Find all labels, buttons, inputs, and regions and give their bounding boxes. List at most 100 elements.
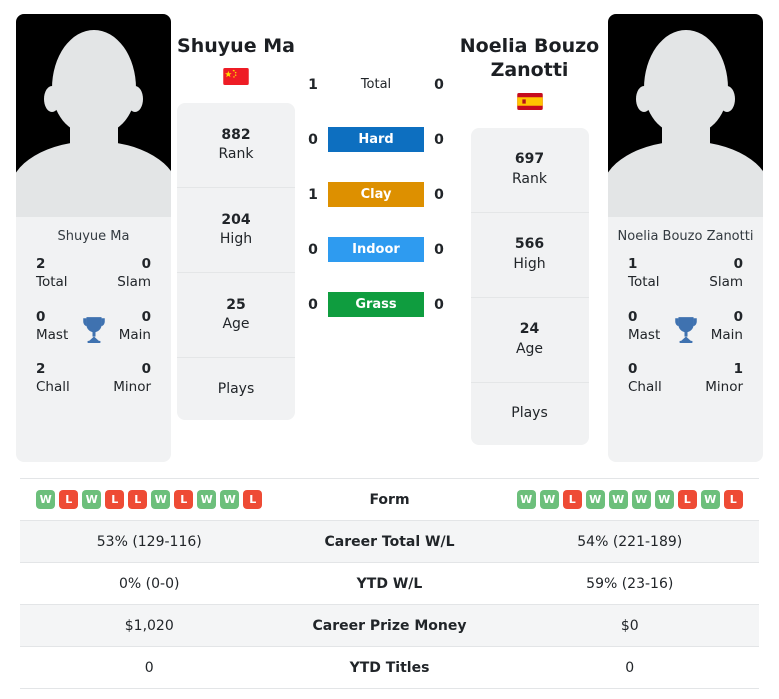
right-titles-total-label: Total [628,274,660,291]
form-badge-win[interactable]: W [631,490,651,509]
stats-label: Career Prize Money [312,617,467,634]
right-titles-minor-label: Minor [705,379,743,396]
right-player-name: Noelia Bouzo Zanotti [459,35,600,82]
form-badge-win[interactable]: W [700,490,720,509]
left-titles-total: 2 Total [24,255,94,291]
cn-flag-icon [223,68,249,86]
stats-right-value: 0 [625,659,635,676]
left-rank-label: Rank [218,146,254,163]
form-badge-loss[interactable]: L [105,490,125,509]
form-badge-loss[interactable]: L [243,490,263,509]
right-plays-cell: Plays [471,383,589,445]
form-badge-win[interactable]: W [654,490,674,509]
form-badge-win[interactable]: W [220,490,240,509]
right-plays-label: Plays [511,404,548,421]
left-plays-label: Plays [217,380,255,397]
form-badge-loss[interactable]: L [128,490,148,509]
h2h-row-indoor: 0 Indoor 0 [301,237,451,262]
right-player-photo-card[interactable]: Noelia Bouzo Zanotti 1 Total 0 Slam 0 Ma… [608,14,763,462]
form-badge-win[interactable]: W [608,490,628,509]
left-player-photo-caption: Shuyue Ma [57,229,130,244]
left-age-label: Age [222,316,250,333]
right-age-cell: 24 Age [470,298,589,383]
comparison-stats-table: W L W L L W L W W L Form W W L W W W W L W L 53% (129-116) Car… [20,478,759,689]
right-player-photo-caption: Noelia Bouzo Zanotti [617,229,754,244]
head-to-head-column: 1 Total 0 0 Hard 0 1 Clay 0 0 Indoor 0 0 Grass 0 [301,14,451,317]
left-player-rank-card: 882 Rank 204 High 25 Age Plays [177,103,295,421]
stats-row: 0% (0-0) YTD W/L 59% (23-16) [20,563,759,605]
h2h-row-hard: 0 Hard 0 [301,127,451,152]
stats-row-form: W L W L L W L W W L Form W W L W W W W L W L [20,479,759,521]
left-player-avatar [16,14,171,217]
h2h-left-value-clay: 1 [308,186,318,203]
stats-row: 0 YTD Titles 0 [20,647,759,689]
right-high-cell: 566 High [470,213,589,298]
left-titles-minor: 0 Minor [94,360,164,396]
right-player-avatar [608,14,763,217]
stats-label: YTD Titles [349,659,430,676]
left-plays-cell: Plays [177,358,295,420]
right-rank-cell: 697 Rank [470,128,589,213]
form-badge-loss[interactable]: L [723,490,743,509]
right-rank-label: Rank [512,170,547,187]
left-age-value: 25 [226,296,246,313]
stats-row: $1,020 Career Prize Money $0 [20,605,759,647]
h2h-left-value-hard: 0 [308,131,318,148]
form-badge-win[interactable]: W [197,490,217,509]
form-badge-win[interactable]: W [516,490,536,509]
right-player-rank-card: 697 Rank 566 High 24 Age Plays [470,127,589,445]
form-badge-loss[interactable]: L [174,490,194,509]
right-high-label: High [513,255,546,272]
form-badge-loss[interactable]: L [562,490,582,509]
player-comparison-header: Shuyue Ma 2 Total 0 Slam 0 Mast 0 Main 2… [0,0,779,470]
right-rank-value: 697 [514,151,545,168]
stats-left-value: 53% (129-116) [96,533,202,550]
left-titles-total-label: Total [36,274,68,291]
right-player-titles-grid: 1 Total 0 Slam 0 Mast 0 Main 0 Chall 1 M… [608,255,763,402]
left-form-cell: WLWLLWLWWL [20,480,279,519]
right-titles-total-value: 1 [628,256,638,273]
avatar-silhouette-ear-left [44,86,60,112]
h2h-surface-badge-clay[interactable]: Clay [328,182,424,207]
left-player-name: Shuyue Ma [177,35,295,57]
es-flag-icon [516,92,543,110]
right-form-cell: WWLWWWWLWL [501,480,760,519]
left-titles-slam: 0 Slam [94,255,164,291]
left-titles-total-value: 2 [36,256,46,273]
h2h-surface-badge-grass[interactable]: Grass [328,292,424,317]
form-badge-win[interactable]: W [151,490,171,509]
stats-label: YTD W/L [356,575,423,592]
h2h-row-grass: 0 Grass 0 [301,292,451,317]
right-titles-chall: 0 Chall [616,360,686,396]
trophy-icon [674,317,697,343]
left-age-cell: 25 Age [177,273,295,359]
right-titles-slam: 0 Slam [686,255,756,291]
left-player-info: Shuyue Ma 882 Rank 204 High 25 Age Plays [171,14,301,421]
form-badge-win[interactable]: W [539,490,559,509]
stats-label: Career Total W/L [324,533,455,550]
left-player-titles-grid: 2 Total 0 Slam 0 Mast 0 Main 2 Chall 0 M… [16,255,171,402]
h2h-surface-badge-indoor[interactable]: Indoor [328,237,424,262]
form-badge-loss[interactable]: L [677,490,697,509]
avatar-silhouette-ear-left [636,86,652,112]
form-badge-win[interactable]: W [585,490,605,509]
avatar-silhouette-body [608,141,763,217]
left-titles-slam-value: 0 [141,256,151,273]
form-badge-win[interactable]: W [36,490,56,509]
stats-label-form: Form [369,491,410,508]
left-player-photo-card[interactable]: Shuyue Ma 2 Total 0 Slam 0 Mast 0 Main 2… [16,14,171,462]
h2h-left-value-total: 1 [308,76,318,93]
left-high-value: 204 [221,211,251,228]
right-age-label: Age [515,340,544,357]
h2h-row-total: 1 Total 0 [301,72,451,97]
left-titles-slam-label: Slam [117,274,151,291]
form-badge-win[interactable]: W [82,490,102,509]
h2h-right-value-hard: 0 [434,131,444,148]
stats-right-value: $0 [620,617,639,634]
h2h-surface-badge-hard[interactable]: Hard [328,127,424,152]
avatar-silhouette-ear-right [127,86,143,112]
left-high-cell: 204 High [177,188,295,274]
form-badge-loss[interactable]: L [59,490,79,509]
right-high-value: 566 [514,236,545,253]
h2h-left-value-indoor: 0 [308,241,318,258]
